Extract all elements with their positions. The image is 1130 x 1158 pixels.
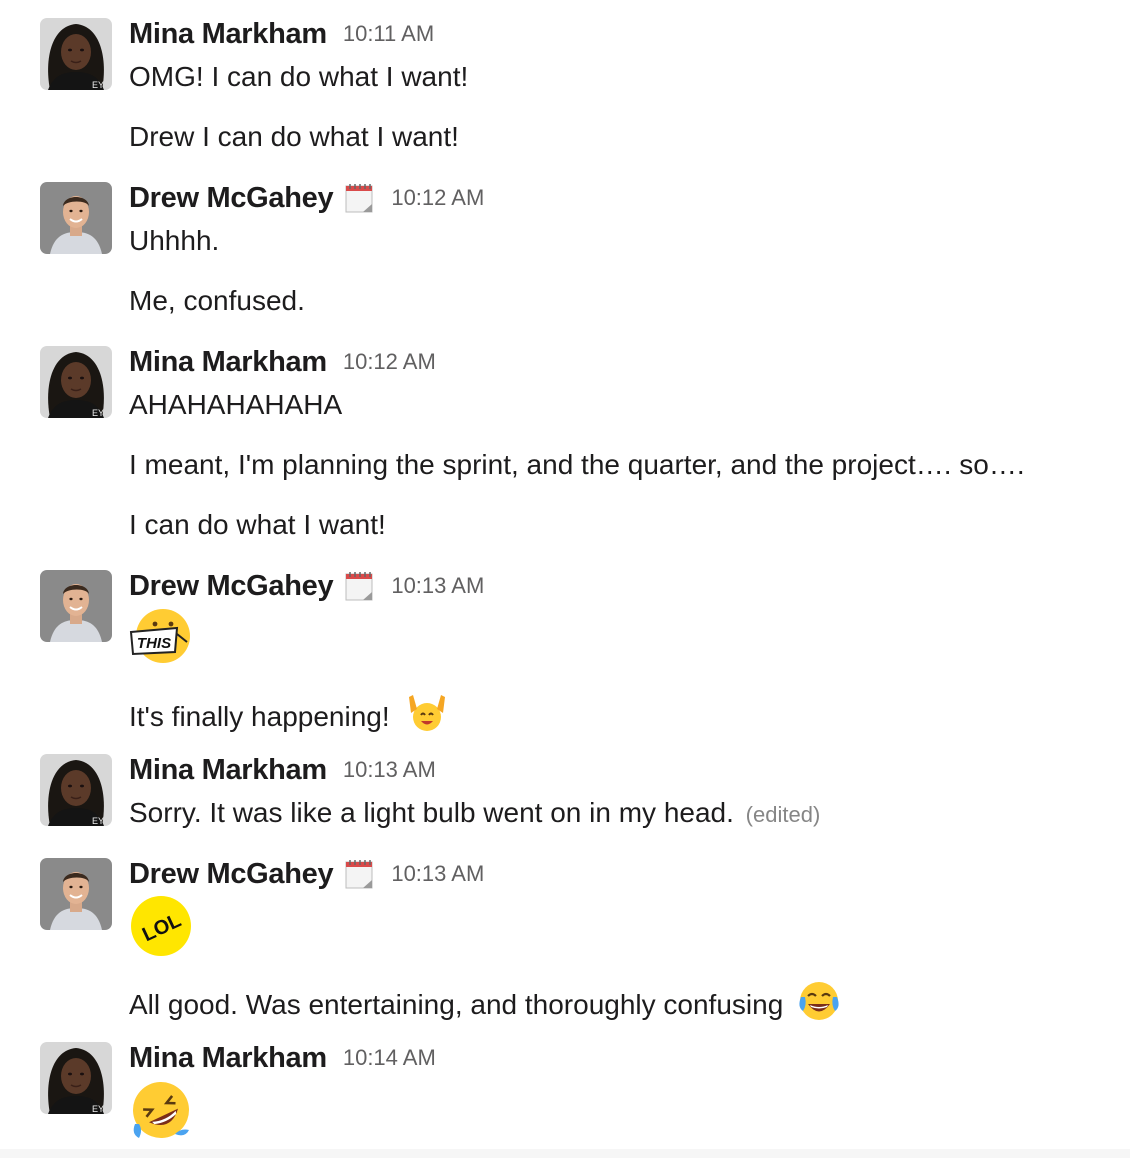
message-header: Mina Markham 10:11 AM	[129, 14, 434, 54]
calendar-icon[interactable]	[343, 570, 375, 602]
timestamp[interactable]: 10:13 AM	[343, 757, 436, 783]
message-text: OMG! I can do what I want!	[129, 61, 469, 92]
message-text: Drew I can do what I want!	[129, 121, 459, 152]
mina-avatar-icon	[40, 1042, 112, 1114]
joy-emoji[interactable]	[797, 979, 841, 1023]
message-header: Mina Markham 10:14 AM	[129, 1038, 436, 1078]
bottom-edge	[0, 1149, 1130, 1158]
edited-label: (edited)	[745, 802, 821, 827]
avatar[interactable]	[40, 570, 112, 642]
message-header: Drew McGahey 10:13 AM	[129, 566, 484, 606]
message-header: Mina Markham 10:13 AM	[129, 750, 436, 790]
avatar[interactable]	[40, 754, 112, 826]
rofl-emoji[interactable]	[129, 1078, 193, 1142]
timestamp[interactable]: 10:13 AM	[391, 861, 484, 887]
message-text: All good. Was entertaining, and thorough…	[129, 979, 841, 1023]
timestamp[interactable]: 10:12 AM	[343, 349, 436, 375]
message-feed: Mina Markham 10:11 AM OMG! I can do what…	[0, 0, 1130, 1158]
message-text-content: Sorry. It was like a light bulb went on …	[129, 797, 734, 828]
drew-avatar-icon	[40, 182, 112, 254]
message-text: AHAHAHAHAHA	[129, 389, 343, 420]
avatar[interactable]	[40, 1042, 112, 1114]
message-text: Uhhhh.	[129, 225, 220, 256]
message-text: Sorry. It was like a light bulb went on …	[129, 795, 820, 833]
message-text: I can do what I want!	[129, 509, 386, 540]
sender-name[interactable]: Mina Markham	[129, 754, 327, 787]
message-text: Me, confused.	[129, 285, 305, 316]
message-header: Drew McGahey 10:12 AM	[129, 178, 484, 218]
calendar-icon[interactable]	[343, 182, 375, 214]
timestamp[interactable]: 10:11 AM	[343, 21, 434, 47]
sender-name[interactable]: Drew McGahey	[129, 182, 334, 215]
calendar-icon[interactable]	[343, 858, 375, 890]
message-header: Drew McGahey 10:13 AM	[129, 854, 484, 894]
sender-name[interactable]: Mina Markham	[129, 346, 327, 379]
timestamp[interactable]: 10:12 AM	[391, 185, 484, 211]
this-emoji[interactable]: THIS	[129, 606, 193, 670]
svg-text:THIS: THIS	[137, 635, 171, 652]
sender-name[interactable]: Drew McGahey	[129, 858, 334, 891]
raised-hands-emoji[interactable]	[405, 691, 449, 735]
message-text-content: It's finally happening!	[129, 701, 390, 732]
mina-avatar-icon	[40, 18, 112, 90]
avatar[interactable]	[40, 346, 112, 418]
message-text: I meant, I'm planning the sprint, and th…	[129, 449, 1025, 480]
lol-emoji[interactable]: LOL	[129, 894, 193, 958]
avatar[interactable]	[40, 858, 112, 930]
avatar[interactable]	[40, 18, 112, 90]
avatar[interactable]	[40, 182, 112, 254]
message-text-content: All good. Was entertaining, and thorough…	[129, 989, 784, 1020]
sender-name[interactable]: Mina Markham	[129, 18, 327, 51]
message-text: It's finally happening!	[129, 691, 449, 735]
sender-name[interactable]: Drew McGahey	[129, 570, 334, 603]
timestamp[interactable]: 10:14 AM	[343, 1045, 436, 1071]
drew-avatar-icon	[40, 570, 112, 642]
mina-avatar-icon	[40, 346, 112, 418]
sender-name[interactable]: Mina Markham	[129, 1042, 327, 1075]
drew-avatar-icon	[40, 858, 112, 930]
timestamp[interactable]: 10:13 AM	[391, 573, 484, 599]
mina-avatar-icon	[40, 754, 112, 826]
message-header: Mina Markham 10:12 AM	[129, 342, 436, 382]
